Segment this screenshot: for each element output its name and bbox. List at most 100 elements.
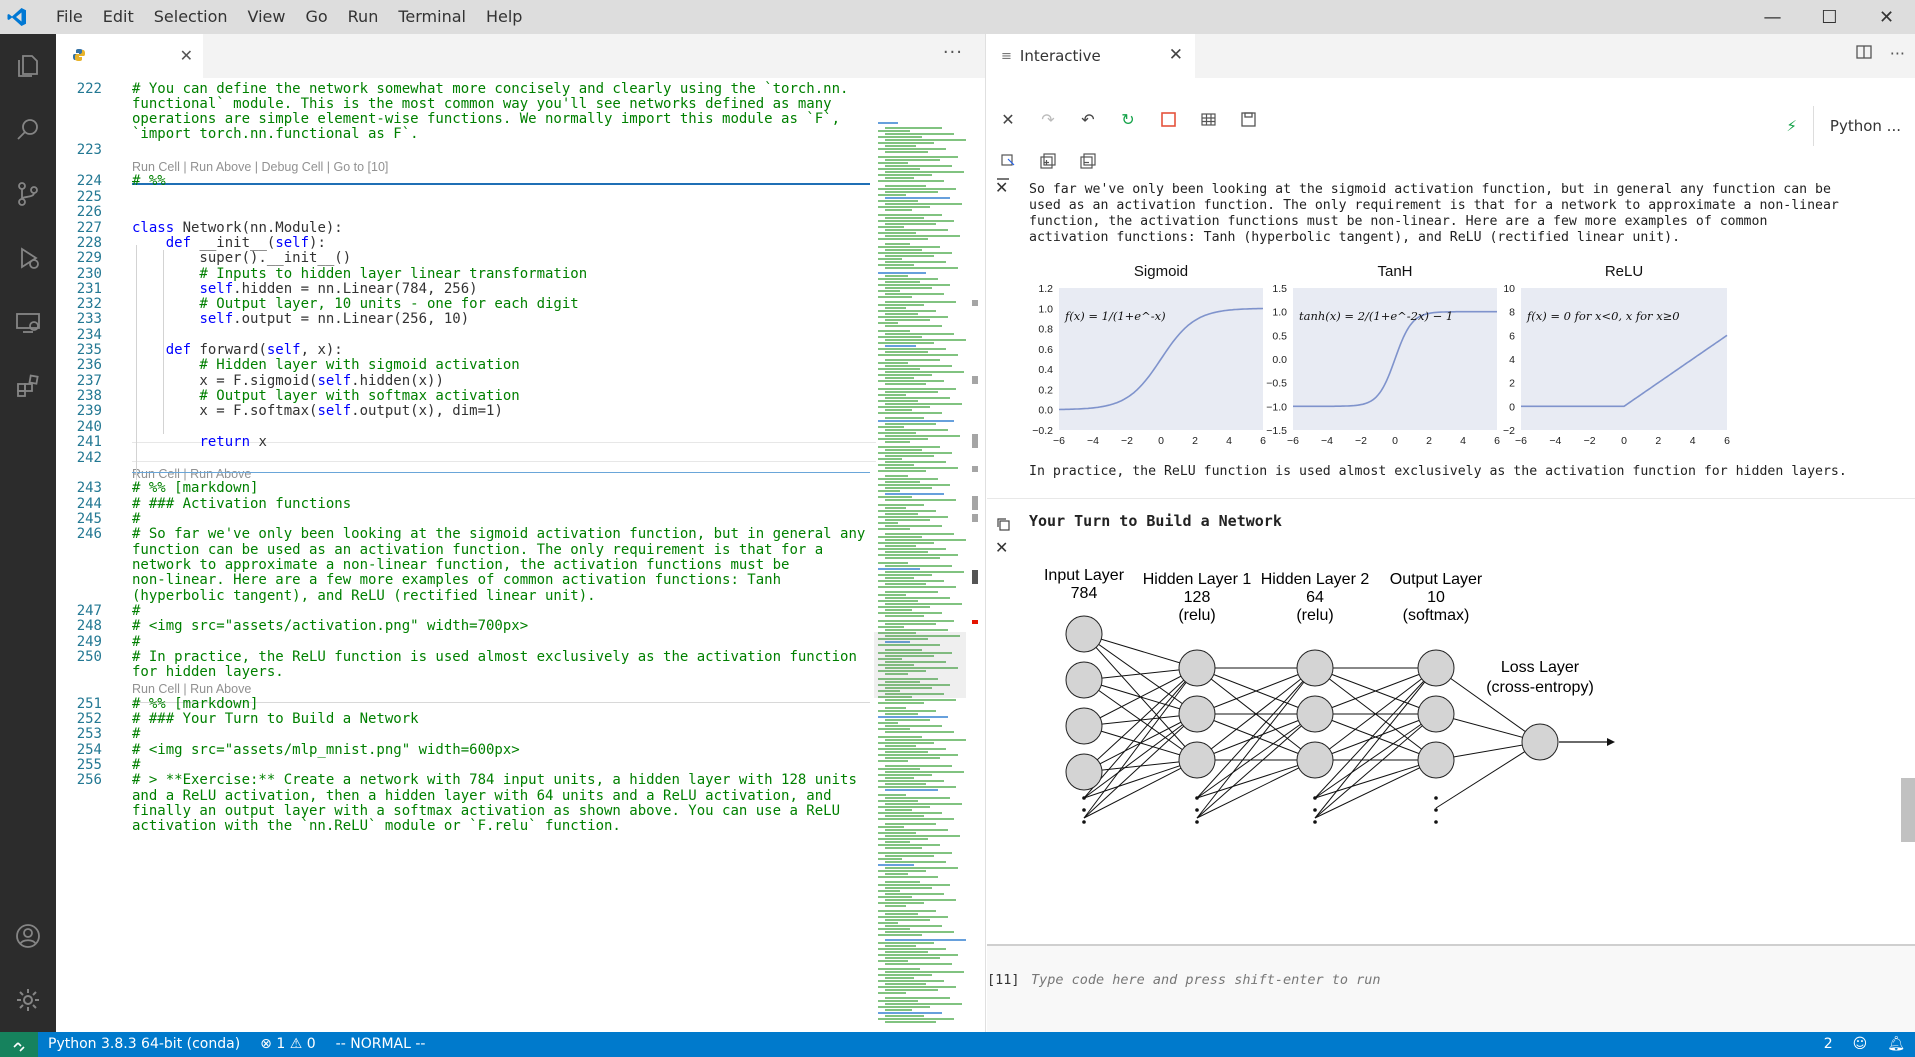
svg-text:(relu): (relu) bbox=[1178, 607, 1215, 624]
remote-indicator-icon[interactable] bbox=[0, 1032, 38, 1057]
code-line[interactable]: for hidden layers. bbox=[56, 663, 876, 682]
x-tick-label: −6 bbox=[1515, 435, 1527, 447]
python-interpreter[interactable]: Python 3.8.3 64-bit (conda) bbox=[38, 1032, 250, 1057]
ellipsis-dot bbox=[1434, 796, 1438, 800]
code-text: for hidden layers. bbox=[132, 663, 284, 680]
line-number: 242 bbox=[76, 449, 102, 466]
ellipsis-dot bbox=[1434, 820, 1438, 824]
clear-all-icon[interactable]: ✕ bbox=[997, 108, 1019, 130]
tab-close-icon[interactable]: ✕ bbox=[1169, 45, 1183, 65]
interactive-scrollbar-thumb[interactable] bbox=[1901, 778, 1915, 842]
svg-text:(cross-entropy): (cross-entropy) bbox=[1486, 679, 1594, 696]
x-tick-label: −6 bbox=[1287, 435, 1299, 447]
tab-interactive[interactable]: ≡ Interactive ✕ bbox=[987, 34, 1195, 78]
y-tick-label: 0.0 bbox=[1038, 405, 1053, 417]
plot-title: TanH bbox=[1377, 263, 1412, 280]
vim-mode: -- NORMAL -- bbox=[335, 1036, 426, 1052]
extensions-icon[interactable] bbox=[0, 354, 56, 418]
y-tick-label: 0.5 bbox=[1272, 330, 1287, 342]
ellipsis-dot bbox=[1082, 808, 1086, 812]
svg-text:Output Layer: Output Layer bbox=[1390, 571, 1483, 588]
ellipsis-dot bbox=[1195, 820, 1199, 824]
copy-cell-icon[interactable] bbox=[995, 516, 1011, 536]
x-tick-label: 2 bbox=[1655, 435, 1661, 447]
neuron-node bbox=[1417, 649, 1455, 687]
formula-label: f(x) = 1/(1+e^-x) bbox=[1064, 309, 1166, 323]
undo-icon[interactable]: ↶ bbox=[1077, 108, 1099, 130]
neuron-node bbox=[1065, 615, 1103, 653]
menu-go[interactable]: Go bbox=[295, 0, 337, 34]
minimap[interactable] bbox=[874, 104, 966, 1032]
variables-icon[interactable] bbox=[1197, 108, 1219, 130]
source-control-icon[interactable] bbox=[0, 162, 56, 226]
y-tick-label: 1.0 bbox=[1272, 307, 1287, 319]
svg-text:(relu): (relu) bbox=[1296, 607, 1333, 624]
x-tick-label: −2 bbox=[1355, 435, 1367, 447]
remote-explorer-icon[interactable] bbox=[0, 290, 56, 354]
formula-label: tanh(x) = 2/(1+e^-2x) − 1 bbox=[1299, 309, 1453, 323]
delete-cell-icon[interactable]: ✕ bbox=[995, 538, 1008, 557]
svg-text:784: 784 bbox=[1071, 585, 1098, 602]
x-tick-label: 4 bbox=[1460, 435, 1466, 447]
notification-count[interactable]: 2 bbox=[1814, 1032, 1843, 1057]
account-icon[interactable] bbox=[0, 904, 56, 968]
run-debug-icon[interactable] bbox=[0, 226, 56, 290]
warning-count: 0 bbox=[306, 1036, 316, 1052]
split-editor-icon[interactable] bbox=[1856, 44, 1872, 64]
code-input-placeholder[interactable]: Type code here and press shift-enter to … bbox=[1031, 972, 1381, 988]
minimize-button[interactable]: — bbox=[1744, 0, 1801, 34]
ellipsis-dot bbox=[1195, 808, 1199, 812]
save-icon[interactable] bbox=[1237, 108, 1259, 130]
more-actions-icon[interactable]: ··· bbox=[1890, 44, 1905, 64]
code-editor[interactable]: Run Cell | Run Above | Debug Cell | Go t… bbox=[56, 81, 876, 1032]
menu-help[interactable]: Help bbox=[476, 0, 532, 34]
svg-text:10: 10 bbox=[1427, 589, 1445, 606]
close-window-button[interactable]: ✕ bbox=[1858, 0, 1915, 34]
code-line[interactable]: activation with the `nn.ReLU` module or … bbox=[56, 817, 876, 836]
editor-scrollbar[interactable] bbox=[966, 104, 986, 1032]
tab-close-icon[interactable]: ✕ bbox=[180, 46, 193, 65]
restart-kernel-icon[interactable]: ↻ bbox=[1117, 108, 1139, 130]
markdown-activation-text: So far we've only been looking at the si… bbox=[1029, 182, 1839, 245]
code-input-box[interactable]: [11] Type code here and press shift-ente… bbox=[987, 944, 1915, 1032]
delete-cell-icon[interactable]: ✕ bbox=[995, 178, 1008, 197]
redo-icon[interactable]: ↷ bbox=[1037, 108, 1059, 130]
bell-icon[interactable]: 🔔︎ bbox=[1877, 1032, 1915, 1057]
code-line[interactable]: 223 bbox=[56, 141, 876, 160]
menu-view[interactable]: View bbox=[238, 0, 296, 34]
explorer-icon[interactable] bbox=[0, 34, 56, 98]
error-count: 1 bbox=[276, 1036, 286, 1052]
maximize-button[interactable]: ☐ bbox=[1801, 0, 1858, 34]
more-actions-icon[interactable]: ··· bbox=[943, 42, 963, 63]
search-icon[interactable] bbox=[0, 98, 56, 162]
problems-indicator[interactable]: ⊗ 1 ⚠ 0 bbox=[250, 1032, 326, 1057]
formula-label: f(x) = 0 for x<0, x for x≥0 bbox=[1526, 309, 1680, 323]
editor-tab-python[interactable]: ✕ bbox=[56, 34, 203, 78]
neuron-node bbox=[1296, 695, 1334, 733]
x-tick-label: −4 bbox=[1087, 435, 1099, 447]
x-tick-label: 4 bbox=[1226, 435, 1232, 447]
menu-selection[interactable]: Selection bbox=[144, 0, 238, 34]
code-line[interactable]: 242 bbox=[56, 449, 876, 468]
x-tick-label: 0 bbox=[1621, 435, 1627, 447]
menu-bar: File Edit Selection View Go Run Terminal Help bbox=[46, 0, 532, 34]
layer-label: Hidden Layer 1128(relu) bbox=[1143, 571, 1252, 624]
menu-edit[interactable]: Edit bbox=[93, 0, 144, 34]
settings-gear-icon[interactable] bbox=[0, 968, 56, 1032]
feedback-icon[interactable]: ☺ bbox=[1843, 1032, 1878, 1057]
export-icon[interactable] bbox=[997, 150, 1019, 172]
menu-run[interactable]: Run bbox=[338, 0, 389, 34]
x-tick-label: 0 bbox=[1392, 435, 1398, 447]
collapse-all-icon[interactable] bbox=[1077, 150, 1099, 172]
kernel-picker[interactable]: ⚡ Python ... bbox=[1786, 106, 1901, 146]
menu-terminal[interactable]: Terminal bbox=[388, 0, 476, 34]
loss-node bbox=[1521, 723, 1559, 761]
expand-all-icon[interactable] bbox=[1037, 150, 1059, 172]
execution-count: [11] bbox=[987, 972, 1020, 988]
menu-file[interactable]: File bbox=[46, 0, 93, 34]
layer-label: Hidden Layer 264(relu) bbox=[1261, 571, 1370, 624]
interrupt-kernel-icon[interactable] bbox=[1157, 108, 1179, 130]
interactive-output[interactable]: ✕ So far we've only been looking at the … bbox=[987, 178, 1915, 943]
y-tick-label: −2 bbox=[1503, 425, 1515, 437]
plot-relu: ReLU1086420−2−6 −4 −2 0 2 4 6f(x) = 0 for x<0,… bbox=[1503, 263, 1730, 447]
